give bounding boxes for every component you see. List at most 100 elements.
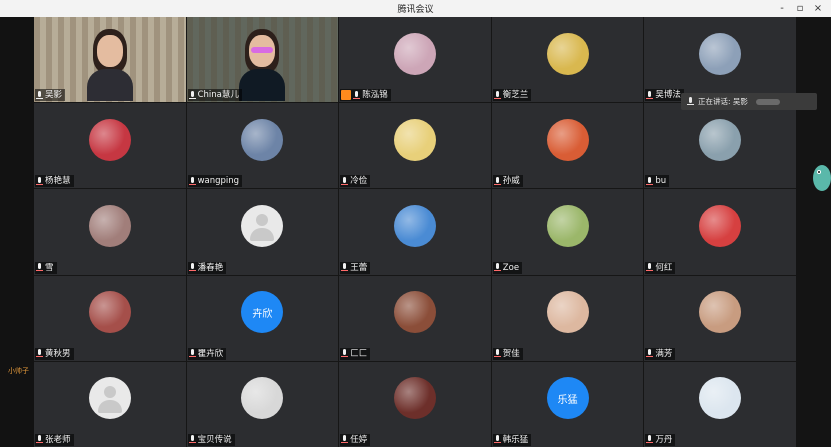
participant-tile[interactable]: Zoe <box>491 189 644 275</box>
participant-name: 何红 <box>655 262 673 273</box>
mic-muted-icon <box>493 263 501 272</box>
minimize-button[interactable]: - <box>773 0 791 17</box>
avatar <box>88 291 131 334</box>
mic-muted-icon <box>188 176 196 186</box>
mic-muted-icon <box>646 263 654 272</box>
avatar <box>241 377 284 420</box>
participant-name: 王蕾 <box>350 262 368 273</box>
mic-muted-icon <box>493 435 501 444</box>
participant-name: 衡芝兰 <box>502 90 529 101</box>
participant-tile[interactable]: China慧儿 <box>186 17 339 103</box>
right-panel <box>796 17 831 447</box>
participant-tile[interactable]: 潘春艳 <box>186 189 339 275</box>
participant-tile[interactable]: 冷俭 <box>339 103 491 189</box>
maximize-button[interactable]: ▫ <box>791 0 809 17</box>
participant-tile[interactable]: 吴博法 <box>644 17 796 103</box>
mic-muted-icon <box>493 349 501 358</box>
mic-muted-icon <box>36 435 43 444</box>
avatar <box>546 291 589 334</box>
avatar <box>88 118 131 161</box>
nameplate: 王蕾 <box>340 261 371 274</box>
avatar <box>699 377 742 420</box>
nameplate: 张老师 <box>35 433 74 446</box>
avatar <box>546 205 589 248</box>
nameplate: 衡芝兰 <box>492 89 532 102</box>
participant-tile[interactable]: 满芳 <box>644 275 796 361</box>
avatar <box>241 205 284 248</box>
participant-tile[interactable]: 万丹 <box>644 361 796 447</box>
participant-tile[interactable]: 陈泓锦 <box>339 17 491 103</box>
participant-tile[interactable]: 张老师 <box>34 361 186 447</box>
avatar: 卉欣 <box>241 291 284 334</box>
participant-tile[interactable]: 王蕾 <box>339 189 491 275</box>
mic-icon <box>188 90 196 100</box>
mic-muted-icon <box>493 176 501 186</box>
participant-name: 张老师 <box>45 434 71 445</box>
participant-name: 吴影 <box>45 90 63 101</box>
mic-muted-icon <box>646 349 654 358</box>
speaking-text: 正在讲话: 吴影 <box>698 97 748 106</box>
avatar <box>241 118 284 161</box>
nameplate: 吴影 <box>35 89 66 102</box>
participant-tile[interactable]: 衡芝兰 <box>491 17 644 103</box>
participant-tile[interactable]: 任婷 <box>339 361 491 447</box>
blurred-name-chip <box>755 98 780 105</box>
participant-tile[interactable]: 黄秋男 <box>34 275 186 361</box>
participant-name: China慧儿 <box>197 90 239 101</box>
participant-name: 吴博法 <box>655 90 681 101</box>
participant-name: 瞿卉欣 <box>197 348 224 359</box>
window-title: 腾讯会议 <box>397 5 434 15</box>
participant-tile[interactable]: 乐猛韩乐猛 <box>491 361 644 447</box>
participant-person <box>239 27 286 101</box>
participant-name: 冷俭 <box>350 176 368 187</box>
nameplate: 黄秋男 <box>35 347 74 360</box>
mic-muted-icon <box>646 435 654 444</box>
avatar: 乐猛 <box>546 377 589 420</box>
avatar <box>546 32 589 75</box>
participant-tile[interactable]: 吴影 <box>34 17 186 103</box>
participant-name: 任婷 <box>350 434 368 445</box>
participant-name: 韩乐猛 <box>502 434 529 445</box>
close-button[interactable]: × <box>809 0 827 17</box>
participant-tile[interactable]: 卉欣瞿卉欣 <box>186 275 339 361</box>
avatar <box>393 291 436 334</box>
nameplate: 陈泓锦 <box>340 89 391 102</box>
nameplate: 何红 <box>645 261 676 274</box>
avatar <box>393 205 436 248</box>
nameplate: 潘春艳 <box>187 261 227 274</box>
participant-tile[interactable]: bu <box>644 103 796 189</box>
participant-tile[interactable]: 宝贝传说 <box>186 361 339 447</box>
participant-name: 潘春艳 <box>197 262 224 273</box>
mascot-icon <box>813 165 831 191</box>
avatar <box>699 118 742 161</box>
participant-tile[interactable]: 匚匚 <box>339 275 491 361</box>
participant-tile[interactable]: 雪 <box>34 189 186 275</box>
participant-tile[interactable]: wangping <box>186 103 339 189</box>
avatar <box>699 291 742 334</box>
participant-tile[interactable]: 何红 <box>644 189 796 275</box>
participant-tile[interactable]: 贺佳 <box>491 275 644 361</box>
nameplate: 杨艳慧 <box>35 175 74 188</box>
avatar <box>393 377 436 420</box>
participant-name: 雪 <box>45 262 54 273</box>
nameplate: bu <box>645 175 670 188</box>
avatar <box>393 118 436 161</box>
mic-muted-icon <box>353 90 361 100</box>
mic-muted-icon <box>341 435 349 444</box>
avatar-initials: 乐猛 <box>557 394 578 406</box>
participant-name: 匚匚 <box>350 348 368 359</box>
participant-tile[interactable]: 孙威 <box>491 103 644 189</box>
nameplate: 万丹 <box>645 433 676 446</box>
participant-name: 孙威 <box>502 176 520 187</box>
avatar <box>393 32 436 75</box>
participant-person <box>86 27 133 101</box>
participant-tile[interactable]: 杨艳慧 <box>34 103 186 189</box>
mic-muted-icon <box>341 349 349 358</box>
mic-muted-icon <box>341 263 349 272</box>
mic-muted-icon <box>188 263 196 272</box>
nameplate: 匚匚 <box>340 347 371 360</box>
participant-name: 黄秋男 <box>45 348 71 359</box>
mic-muted-icon <box>646 176 654 186</box>
participant-name: bu <box>655 176 667 187</box>
mic-icon <box>36 90 43 100</box>
